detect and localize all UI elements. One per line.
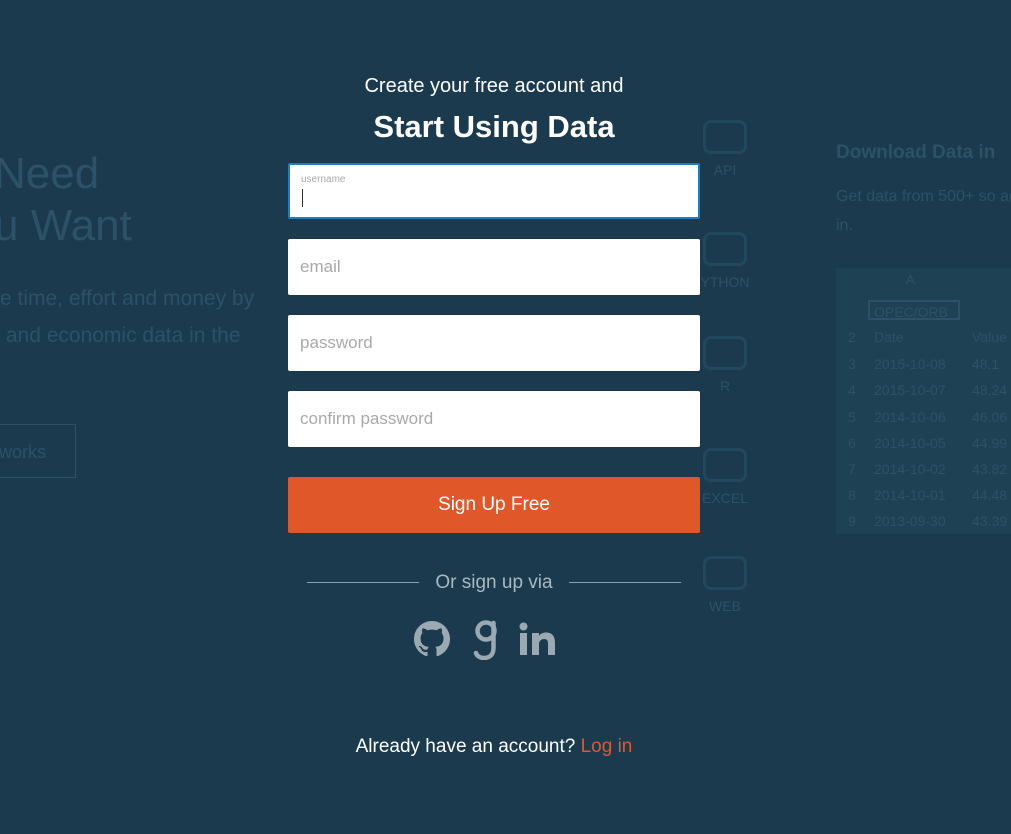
github-icon[interactable]: [412, 617, 452, 661]
row-number: 4: [848, 382, 856, 398]
sheet-row: 4 2015-10-07 48.24: [836, 377, 1011, 403]
sheet-row: 6 2014-10-05 44.99: [836, 430, 1011, 456]
password-input[interactable]: [300, 315, 688, 371]
sheet-column-header: A: [906, 272, 915, 287]
web-icon: [703, 556, 747, 590]
date-cell: 2015-10-07: [874, 382, 946, 398]
divider-line: [569, 582, 681, 583]
tool-excel: EXCEL: [690, 448, 760, 506]
username-label: username: [301, 174, 346, 185]
row-number: 8: [848, 487, 856, 503]
value-cell: 43.82: [972, 461, 1008, 477]
sheet-ticker-cell: OPEC/ORB: [868, 300, 960, 320]
value-cell: 46.06: [972, 409, 1008, 425]
value-cell: 43.39: [972, 513, 1008, 529]
username-field[interactable]: username: [288, 163, 700, 219]
tool-label: YTHON: [700, 274, 750, 290]
value-cell: 44.48: [972, 487, 1008, 503]
tool-label: EXCEL: [702, 490, 748, 506]
row-number: 9: [848, 513, 856, 529]
value-cell: 48.24: [972, 382, 1008, 398]
tool-api: API: [690, 120, 760, 178]
hero-subtitle: e time, effort and money by and economic…: [0, 287, 255, 347]
email-field[interactable]: [288, 239, 700, 295]
download-title: Download Data in: [836, 142, 996, 163]
confirm-password-field[interactable]: [288, 391, 700, 447]
sheet-row: 3 2015-10-08 48.1: [836, 351, 1011, 377]
date-header: Date: [874, 329, 904, 345]
date-cell: 2015-10-08: [874, 356, 946, 372]
row-number: 2: [848, 329, 856, 345]
divider-text: Or sign up via: [435, 572, 553, 593]
signup-headline: Start Using Data: [373, 109, 615, 144]
date-cell: 2014-10-05: [874, 435, 946, 451]
login-link[interactable]: Log in: [581, 736, 633, 757]
password-field[interactable]: [288, 315, 700, 371]
row-number: 5: [848, 409, 856, 425]
google-icon[interactable]: [466, 617, 506, 661]
sign-up-button[interactable]: Sign Up Free: [288, 477, 700, 533]
tool-python: YTHON: [690, 232, 760, 290]
social-divider: Or sign up via: [307, 570, 681, 596]
hero-title: Need u Want: [0, 149, 132, 250]
tool-label: R: [719, 378, 731, 394]
tool-label: WEB: [709, 598, 741, 614]
tool-label: API: [713, 162, 737, 178]
confirm-password-input[interactable]: [300, 391, 688, 447]
r-icon: [703, 336, 747, 370]
spreadsheet-preview: A OPEC/ORB 2 Date Value 3 2015-10-08 48.…: [836, 268, 1011, 534]
linkedin-icon[interactable]: [518, 617, 558, 661]
tool-web: WEB: [690, 556, 760, 614]
download-subtitle: Get data from 500+ so add-in.: [836, 188, 1011, 234]
date-cell: 2013-09-30: [874, 513, 946, 529]
row-number: 3: [848, 356, 856, 372]
signup-intro: Create your free account and: [364, 75, 624, 97]
value-header: Value: [972, 329, 1007, 345]
value-cell: 48.1: [972, 356, 1000, 372]
row-number: 7: [848, 461, 856, 477]
date-cell: 2014-10-02: [874, 461, 946, 477]
python-icon: [703, 232, 747, 266]
value-cell: 44.99: [972, 435, 1008, 451]
sheet-header-row: 2 Date Value: [836, 324, 1011, 350]
date-cell: 2014-10-01: [874, 487, 946, 503]
sheet-row: 5 2014-10-06 46.06: [836, 404, 1011, 430]
excel-icon: [703, 448, 747, 482]
login-prompt-line: Already have an account? Log in: [288, 735, 700, 759]
social-buttons: [412, 617, 572, 661]
sheet-row: 7 2014-10-02 43.82: [836, 456, 1011, 482]
sheet-row: 9 2013-09-30 43.39: [836, 508, 1011, 534]
text-caret: [302, 189, 303, 207]
how-it-works-button: works: [0, 424, 76, 478]
code-icon: [703, 120, 747, 154]
date-cell: 2014-10-06: [874, 409, 946, 425]
sheet-row: 8 2014-10-01 44.48: [836, 482, 1011, 508]
login-prompt: Already have an account?: [355, 736, 576, 757]
tool-r: R: [690, 336, 760, 394]
row-number: 6: [848, 435, 856, 451]
email-input[interactable]: [300, 239, 688, 295]
signup-form: Create your free account and Start Using…: [288, 72, 700, 757]
